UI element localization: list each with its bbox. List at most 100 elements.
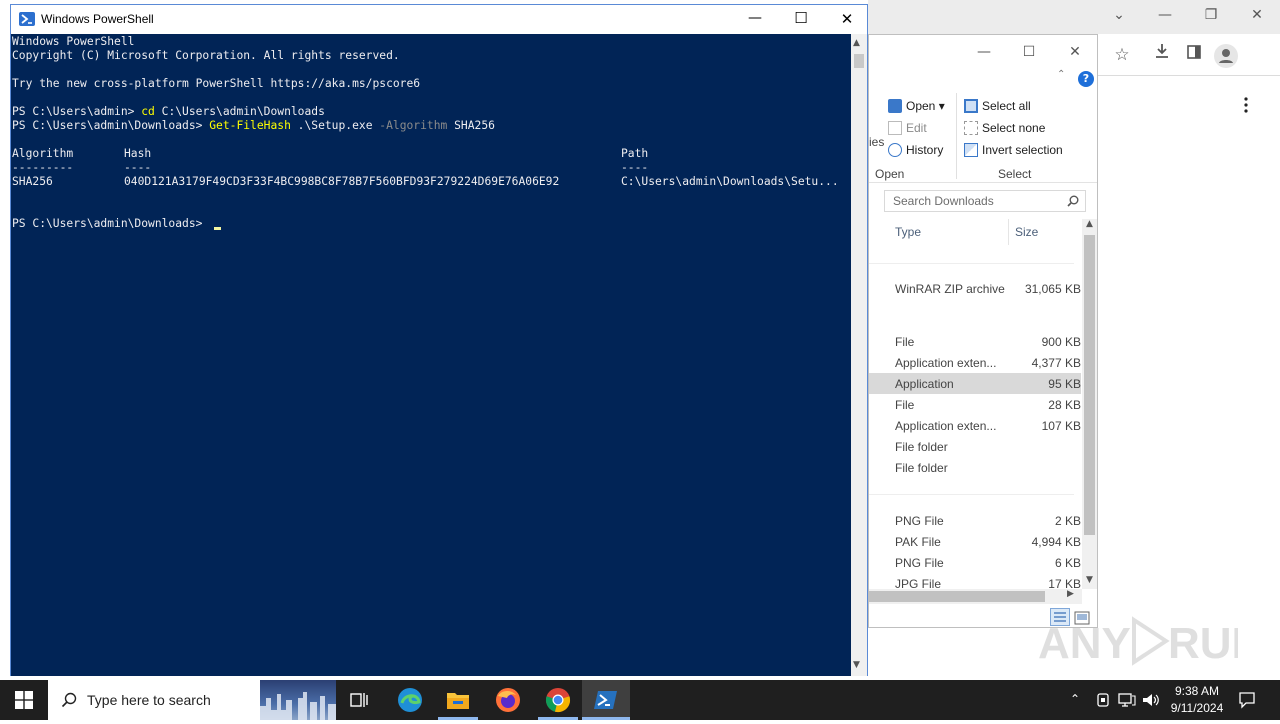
open-label: Open bbox=[906, 99, 936, 113]
firefox-taskbar-button[interactable] bbox=[484, 680, 532, 720]
file-row[interactable]: Application exten... 4,377 KB bbox=[869, 352, 1081, 373]
file-type: File folder bbox=[895, 440, 948, 454]
open-button[interactable]: Open ▾ bbox=[888, 99, 945, 113]
select-none-button[interactable]: Select none bbox=[964, 121, 1045, 135]
output-header-path: Path bbox=[621, 147, 649, 160]
file-row[interactable]: File folder bbox=[869, 436, 1081, 457]
file-type: PNG File bbox=[895, 556, 944, 570]
file-row-selected[interactable]: Application 95 KB bbox=[869, 373, 1081, 394]
start-button[interactable] bbox=[0, 680, 48, 720]
explorer-vertical-scrollbar[interactable]: ▲ ▼ bbox=[1082, 219, 1097, 589]
output-separator-hash: ---- bbox=[124, 161, 152, 174]
scroll-up-arrow-icon[interactable]: ▲ bbox=[1083, 219, 1096, 233]
browser-tabstrip: ⌄ — ❐ ✕ bbox=[868, 0, 1280, 34]
powershell-taskbar-button[interactable] bbox=[582, 680, 630, 720]
file-type: File bbox=[895, 335, 915, 349]
column-header-size[interactable]: Size bbox=[1015, 225, 1038, 239]
powershell-app-icon bbox=[19, 12, 35, 26]
powershell-scrollbar[interactable]: ▲ ▼ bbox=[851, 34, 867, 676]
console-command-line-2: PS C:\Users\admin\Downloads> Get-FileHas… bbox=[12, 119, 495, 133]
file-size: 900 KB bbox=[1041, 335, 1081, 349]
folder-icon bbox=[447, 693, 469, 709]
chrome-icon bbox=[545, 688, 571, 713]
edit-button[interactable]: Edit bbox=[888, 121, 927, 135]
powershell-minimize-button[interactable]: — bbox=[739, 5, 771, 34]
bookmark-star-icon[interactable]: ☆ bbox=[1107, 40, 1137, 70]
task-view-button[interactable] bbox=[336, 680, 384, 720]
file-row[interactable]: PAK File 4,994 KB bbox=[869, 531, 1081, 552]
prompt-text: PS C:\Users\admin\Downloads> bbox=[12, 119, 210, 132]
file-size: 4,377 KB bbox=[1031, 356, 1081, 370]
show-hidden-icons-chevron-icon[interactable]: ⌃ bbox=[1070, 692, 1080, 706]
help-icon[interactable]: ? bbox=[1078, 71, 1094, 87]
notification-center-icon[interactable] bbox=[1238, 691, 1256, 709]
file-row[interactable]: JPG File 17 KB bbox=[869, 573, 1081, 588]
firefox-icon bbox=[496, 688, 520, 712]
output-value-hash: 040D121A3179F49CD3F33F4BC998BC8F78B7F560… bbox=[124, 175, 560, 188]
edge-taskbar-button[interactable] bbox=[386, 680, 434, 720]
browser-minimize-button[interactable]: — bbox=[1150, 0, 1180, 30]
clock-time: 9:38 AM bbox=[1174, 684, 1220, 698]
security-icon[interactable] bbox=[1096, 692, 1110, 708]
volume-icon[interactable] bbox=[1142, 692, 1160, 708]
file-row[interactable]: File 900 KB bbox=[869, 331, 1081, 352]
ps-scroll-up-arrow-icon[interactable]: ▲ bbox=[853, 38, 860, 48]
search-highlight-image bbox=[260, 680, 336, 720]
explorer-minimize-button[interactable]: — bbox=[969, 37, 999, 67]
clock-date: 9/11/2024 bbox=[1170, 701, 1224, 715]
file-size: 107 KB bbox=[1041, 419, 1081, 433]
file-row[interactable]: File folder bbox=[869, 457, 1081, 478]
browser-menu-kebab-icon[interactable] bbox=[1240, 92, 1252, 118]
search-downloads-box[interactable]: Search Downloads bbox=[884, 190, 1086, 212]
scroll-right-arrow-icon[interactable]: ▶ bbox=[1067, 589, 1074, 599]
explorer-horizontal-scrollbar[interactable]: ▶ bbox=[869, 589, 1082, 604]
column-divider[interactable] bbox=[1008, 219, 1009, 245]
network-icon[interactable] bbox=[1118, 692, 1136, 708]
ribbon-collapse-icon[interactable]: ⌃ bbox=[1057, 69, 1065, 80]
scroll-down-arrow-icon[interactable]: ▼ bbox=[1083, 575, 1096, 589]
explorer-close-button[interactable]: ✕ bbox=[1060, 37, 1090, 67]
profile-avatar-icon[interactable] bbox=[1214, 44, 1238, 68]
console-header-line: Windows PowerShell bbox=[12, 35, 135, 48]
file-type: File folder bbox=[895, 461, 948, 475]
file-row[interactable]: PNG File 2 KB bbox=[869, 510, 1081, 531]
side-panel-icon[interactable] bbox=[1179, 40, 1209, 70]
file-explorer-taskbar-button[interactable] bbox=[434, 680, 482, 720]
ps-scroll-down-arrow-icon[interactable]: ▼ bbox=[853, 660, 860, 670]
invert-selection-button[interactable]: Invert selection bbox=[964, 143, 1063, 157]
file-size: 17 KB bbox=[1048, 577, 1081, 588]
command-parameter: -Algorithm bbox=[379, 119, 448, 132]
column-header-type[interactable]: Type bbox=[895, 225, 921, 239]
powershell-titlebar[interactable]: Windows PowerShell — ☐ ✕ bbox=[11, 5, 867, 34]
console-prompt-current: PS C:\Users\admin\Downloads> bbox=[12, 217, 210, 230]
file-row[interactable]: PNG File 6 KB bbox=[869, 552, 1081, 573]
file-row[interactable]: WinRAR ZIP archive 31,065 KB bbox=[869, 278, 1081, 299]
ribbon-group-open-label: Open bbox=[875, 167, 905, 181]
scroll-thumb[interactable] bbox=[1084, 235, 1095, 535]
hscroll-thumb[interactable] bbox=[869, 591, 1045, 602]
explorer-maximize-button[interactable]: ☐ bbox=[1014, 37, 1044, 67]
anyrun-watermark-logo: ANY RUN bbox=[1038, 610, 1263, 672]
select-all-button[interactable]: Select all bbox=[964, 99, 1031, 113]
history-button[interactable]: History bbox=[888, 143, 943, 157]
file-size: 2 KB bbox=[1054, 514, 1081, 528]
powershell-maximize-button[interactable]: ☐ bbox=[785, 5, 817, 34]
browser-close-button[interactable]: ✕ bbox=[1242, 0, 1272, 30]
file-row[interactable]: File 28 KB bbox=[869, 394, 1081, 415]
powershell-console[interactable]: Windows PowerShell Copyright (C) Microso… bbox=[11, 34, 851, 676]
file-row[interactable]: Application exten... 107 KB bbox=[869, 415, 1081, 436]
tab-search-chevron-icon[interactable]: ⌄ bbox=[1104, 0, 1134, 30]
powershell-close-button[interactable]: ✕ bbox=[831, 5, 863, 34]
download-icon[interactable] bbox=[1147, 40, 1177, 70]
powershell-icon bbox=[594, 691, 617, 709]
file-explorer-window: — ☐ ✕ ⌃ ? ies Open ▾ Edit History Open S… bbox=[868, 34, 1098, 628]
windows-taskbar: Type here to search ⌃ 9:38 AM 9/11/2024 bbox=[0, 680, 1280, 720]
ps-scroll-thumb[interactable] bbox=[854, 54, 864, 68]
command-parameter-value: SHA256 bbox=[447, 119, 495, 132]
taskbar-search-box[interactable]: Type here to search bbox=[48, 680, 336, 720]
chrome-taskbar-button[interactable] bbox=[534, 680, 582, 720]
taskbar-clock[interactable]: 9:38 AM 9/11/2024 bbox=[1160, 683, 1234, 717]
browser-restore-button[interactable]: ❐ bbox=[1196, 0, 1226, 30]
select-all-label: Select all bbox=[982, 99, 1031, 113]
console-command-line-1: PS C:\Users\admin> cd C:\Users\admin\Dow… bbox=[12, 105, 325, 119]
